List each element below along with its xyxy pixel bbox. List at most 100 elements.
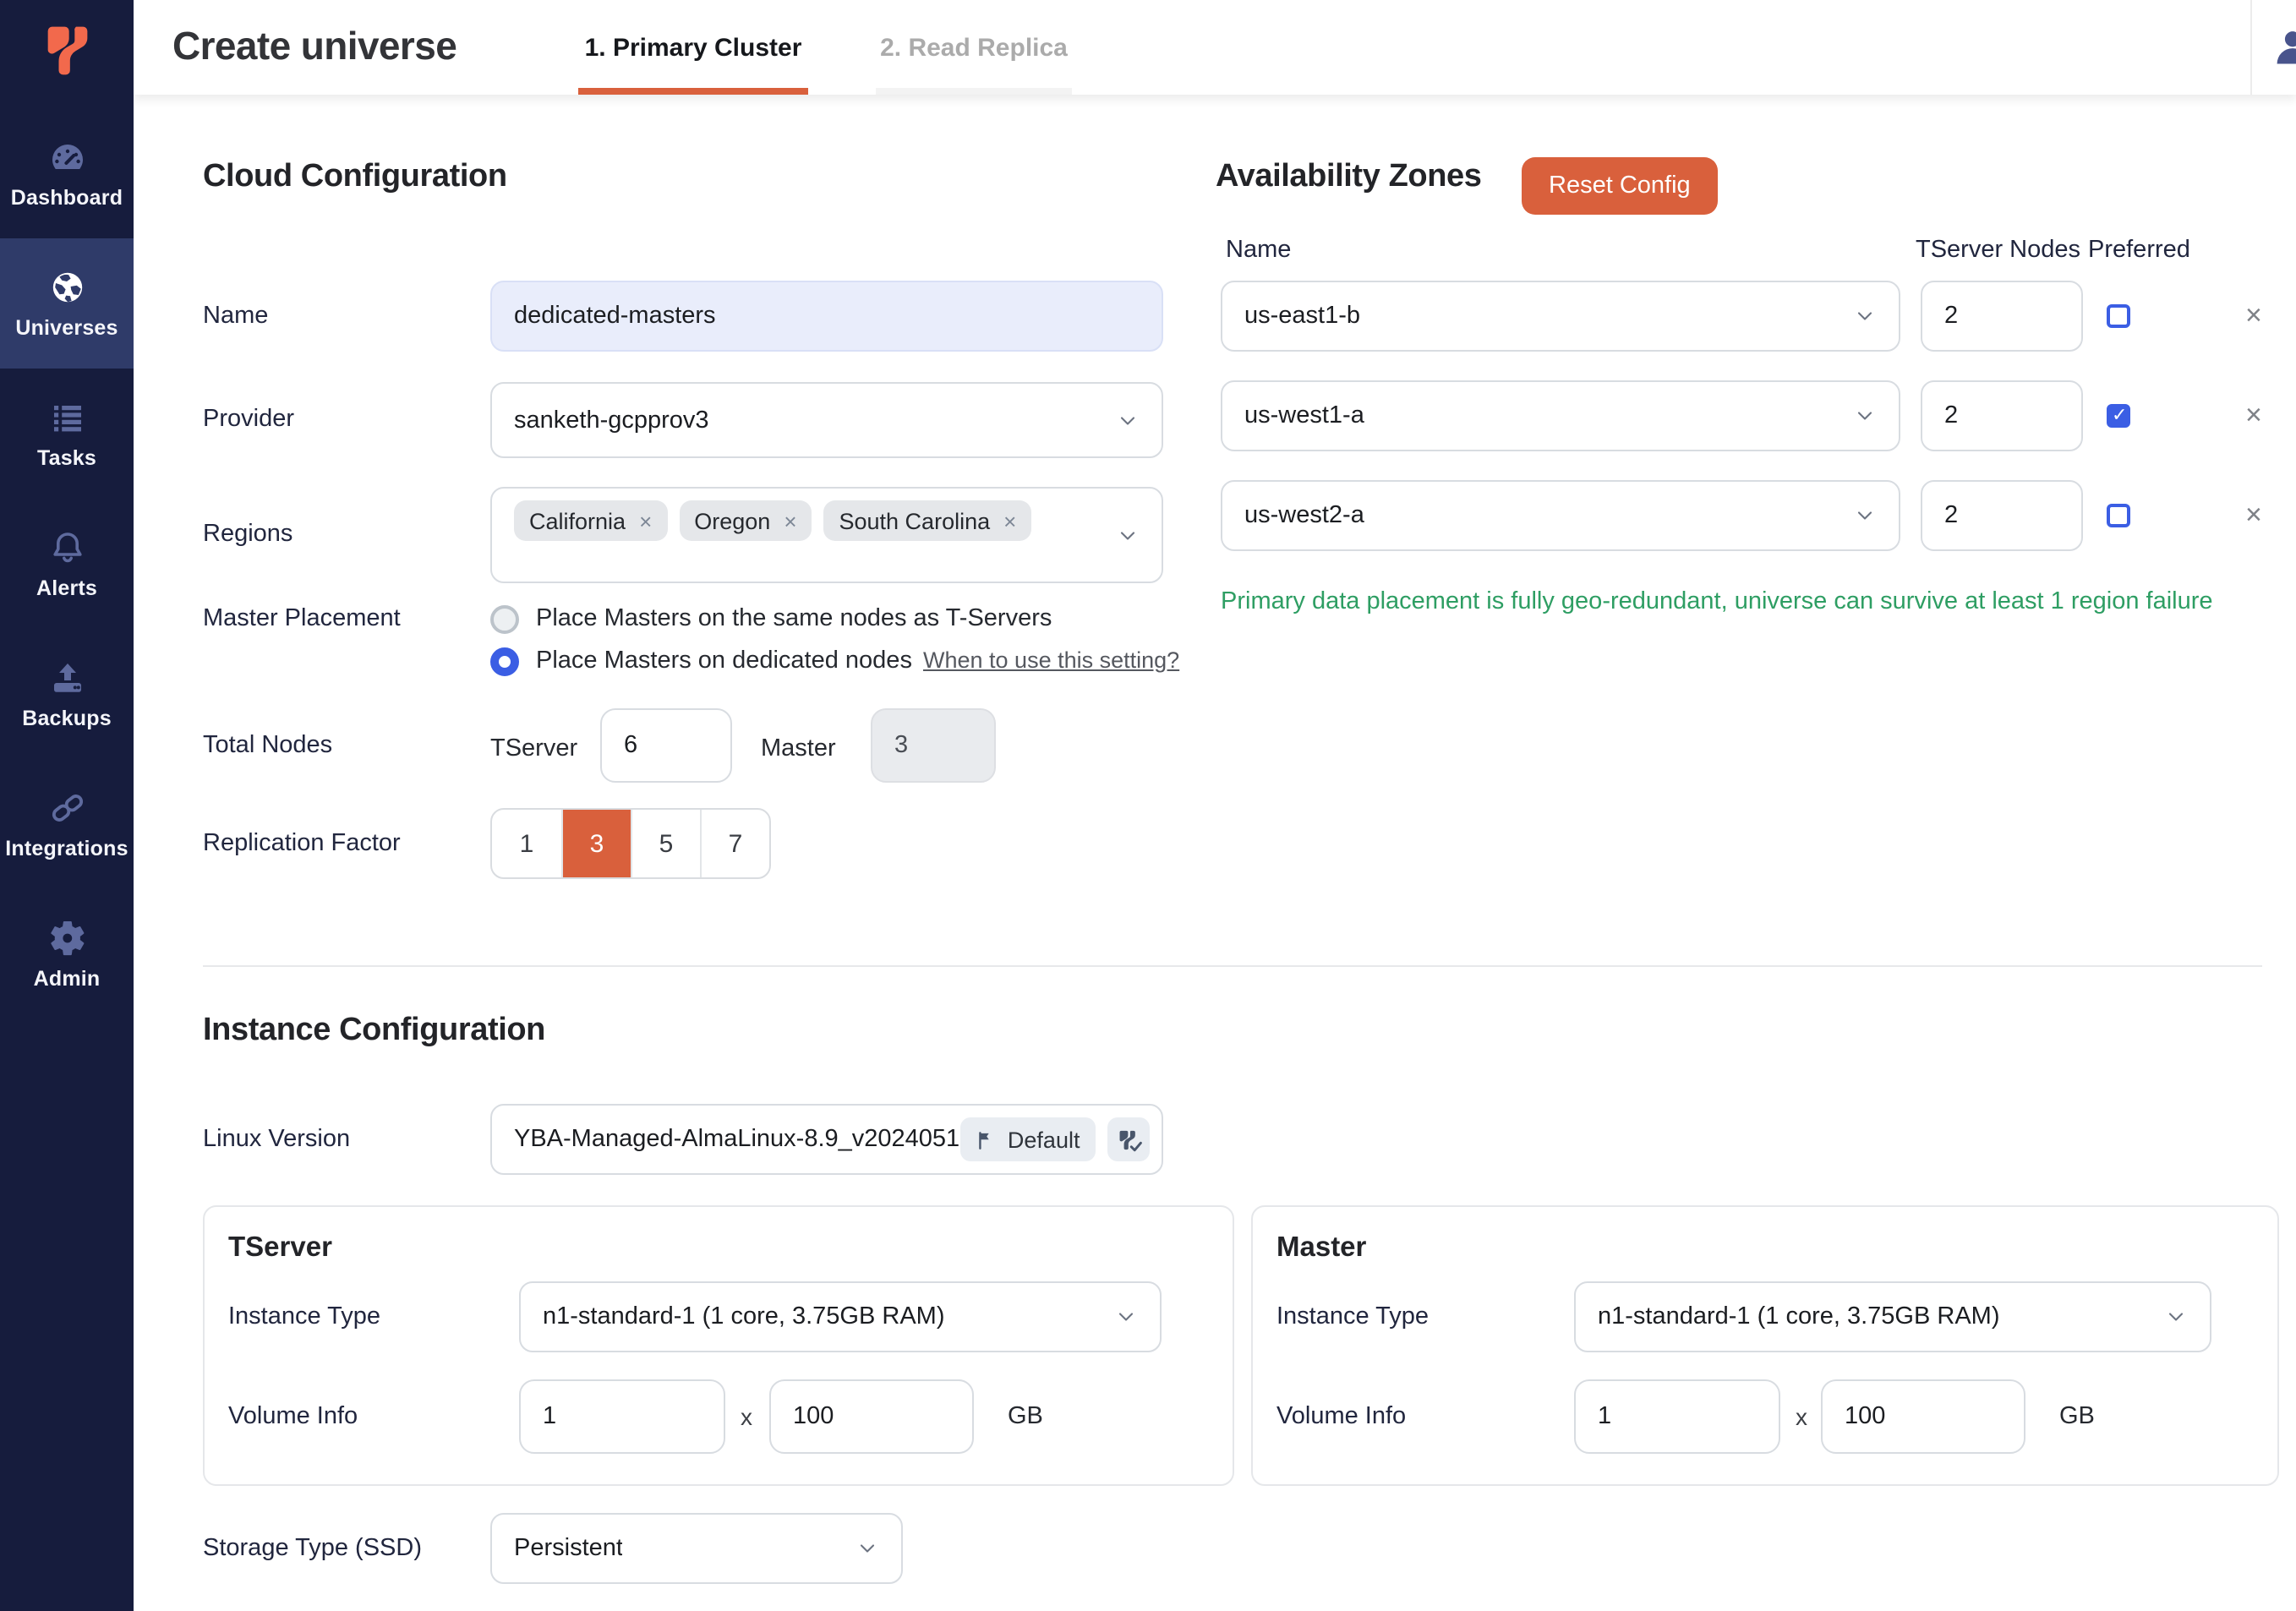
az-zone-select[interactable]: us-west1-a: [1221, 380, 1900, 451]
radio-same-nodes-label: Place Masters on the same nodes as T-Ser…: [536, 603, 1052, 634]
name-label: Name: [203, 299, 268, 333]
storage-type-label: Storage Type (SSD): [203, 1532, 422, 1565]
master-count-input: 3: [871, 708, 996, 783]
yugabyte-logo-icon: [34, 17, 101, 85]
tab-read-replica[interactable]: 2. Read Replica: [876, 0, 1072, 95]
backup-icon: [46, 658, 87, 698]
remove-az-icon[interactable]: [2245, 301, 2262, 330]
tserver-volume-size-value: 100: [793, 1403, 834, 1430]
chevron-down-icon: [1853, 404, 1877, 428]
master-volume-size-input[interactable]: 100: [1821, 1379, 2025, 1454]
tserver-instance-type-value: n1-standard-1 (1 core, 3.75GB RAM): [543, 1303, 945, 1330]
tab-primary-cluster[interactable]: 1. Primary Cluster: [578, 0, 808, 95]
reset-config-button[interactable]: Reset Config: [1522, 157, 1718, 215]
when-to-use-link[interactable]: When to use this setting?: [923, 647, 1179, 673]
remove-az-icon[interactable]: [2245, 401, 2262, 429]
region-chip: South Carolina: [824, 500, 1032, 541]
sidebar-item-backups[interactable]: Backups: [0, 629, 134, 759]
provider-value: sanketh-gcpprov3: [514, 407, 709, 434]
tserver-volume-count-value: 1: [543, 1403, 556, 1430]
tserver-instance-type-select[interactable]: n1-standard-1 (1 core, 3.75GB RAM): [519, 1281, 1162, 1352]
az-zone-value: us-east1-b: [1244, 303, 1360, 330]
master-instance-type-value: n1-standard-1 (1 core, 3.75GB RAM): [1598, 1303, 2000, 1330]
tserver-volume-count-input[interactable]: 1: [519, 1379, 725, 1454]
bell-icon: [46, 527, 87, 568]
radio-dedicated-nodes[interactable]: [490, 647, 519, 676]
az-zone-select[interactable]: us-east1-b: [1221, 281, 1900, 352]
radio-dedicated-nodes-label: Place Masters on dedicated nodes: [536, 646, 912, 676]
tab-label: 2. Read Replica: [880, 33, 1068, 62]
provider-select[interactable]: sanketh-gcpprov3: [490, 382, 1163, 458]
rf-option-1[interactable]: 1: [492, 810, 561, 877]
sidebar-item-alerts[interactable]: Alerts: [0, 499, 134, 629]
gauge-icon: [46, 137, 87, 177]
az-preferred-checkbox[interactable]: [2107, 504, 2130, 527]
chevron-down-icon: [2164, 1305, 2188, 1329]
az-preferred-checkbox[interactable]: [2107, 304, 2130, 328]
master-instance-type-select[interactable]: n1-standard-1 (1 core, 3.75GB RAM): [1574, 1281, 2211, 1352]
tserver-volume-unit: GB: [1008, 1403, 1043, 1430]
tasks-icon: [46, 397, 87, 438]
linux-version-field[interactable]: YBA-Managed-AlmaLinux-8.9_v20240515 Defa…: [490, 1104, 1163, 1175]
header: Create universe 1. Primary Cluster 2. Re…: [134, 0, 2296, 95]
regions-multiselect[interactable]: California Oregon South Carolina: [490, 487, 1163, 583]
remove-region-icon[interactable]: [639, 508, 652, 533]
master-instance-type-label: Instance Type: [1276, 1300, 1429, 1334]
radio-same-nodes[interactable]: [490, 605, 519, 634]
rf-option-7[interactable]: 7: [700, 810, 769, 877]
sidebar-item-label: Backups: [22, 707, 112, 730]
az-column-tserver-nodes: TServer Nodes: [1916, 237, 2080, 264]
master-card-title: Master: [1276, 1232, 1366, 1264]
az-node-count-input[interactable]: 2: [1921, 380, 2083, 451]
tserver-volume-size-input[interactable]: 100: [769, 1379, 974, 1454]
sidebar-nav: Dashboard Universes: [0, 108, 134, 1019]
chevron-down-icon: [1853, 504, 1877, 527]
instance-configuration-title: Instance Configuration: [203, 1013, 545, 1050]
tserver-count-value: 6: [624, 732, 637, 759]
sidebar-item-dashboard[interactable]: Dashboard: [0, 108, 134, 238]
volume-times-separator: x: [741, 1403, 752, 1430]
region-chip-label: California: [529, 508, 626, 533]
chevron-down-icon: [1114, 1305, 1138, 1329]
section-divider: [203, 965, 2262, 967]
remove-region-icon[interactable]: [1003, 508, 1016, 533]
replication-factor-selector: 1 3 5 7: [490, 808, 771, 879]
user-avatar-icon[interactable]: [2271, 25, 2296, 69]
default-badge: Default: [960, 1117, 1096, 1161]
sidebar: Dashboard Universes: [0, 0, 134, 1611]
region-chip: California: [514, 500, 667, 541]
master-volume-count-input[interactable]: 1: [1574, 1379, 1780, 1454]
name-value: dedicated-masters: [514, 303, 716, 330]
sidebar-item-tasks[interactable]: Tasks: [0, 369, 134, 499]
inactive-tab-underline: [876, 88, 1072, 95]
rf-option-3[interactable]: 3: [561, 810, 631, 877]
master-volume-count-value: 1: [1598, 1403, 1611, 1430]
master-count-label: Master: [761, 734, 836, 764]
remove-az-icon[interactable]: [2245, 500, 2262, 529]
az-zone-select[interactable]: us-west2-a: [1221, 480, 1900, 551]
tserver-count-input[interactable]: 6: [600, 708, 732, 783]
sidebar-item-universes[interactable]: Universes: [0, 238, 134, 369]
region-chip: Oregon: [679, 500, 812, 541]
sidebar-item-integrations[interactable]: Integrations: [0, 759, 134, 889]
sidebar-item-admin[interactable]: Admin: [0, 889, 134, 1019]
globe-icon: [46, 267, 87, 308]
az-preferred-checkbox[interactable]: [2107, 404, 2130, 428]
name-input[interactable]: dedicated-masters: [490, 281, 1163, 352]
chevron-down-icon: [1116, 524, 1140, 548]
region-chips: California Oregon South Carolina: [514, 500, 1031, 541]
az-node-count-input[interactable]: 2: [1921, 480, 2083, 551]
yb-managed-icon: [1107, 1117, 1150, 1161]
az-node-count-value: 2: [1944, 303, 1958, 330]
sidebar-item-label: Alerts: [36, 576, 97, 600]
az-node-count-input[interactable]: 2: [1921, 281, 2083, 352]
availability-zones-title: Availability Zones: [1216, 159, 1482, 196]
az-node-count-value: 2: [1944, 502, 1958, 529]
header-divider: [2250, 0, 2252, 95]
sidebar-item-label: Admin: [34, 967, 101, 991]
flag-icon: [976, 1128, 998, 1150]
rf-option-5[interactable]: 5: [631, 810, 700, 877]
region-chip-label: South Carolina: [839, 508, 991, 533]
storage-type-select[interactable]: Persistent: [490, 1513, 903, 1584]
remove-region-icon[interactable]: [784, 508, 796, 533]
